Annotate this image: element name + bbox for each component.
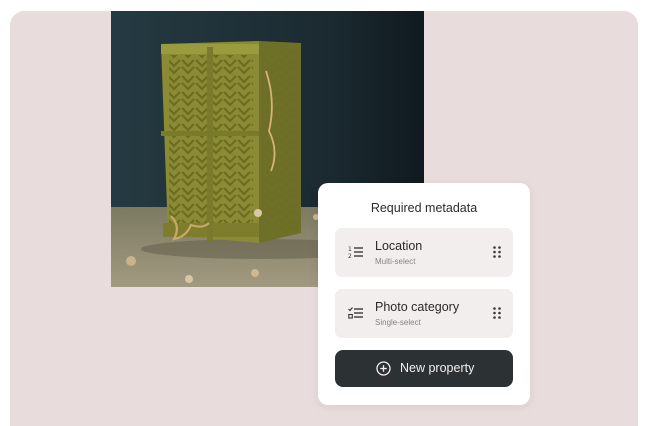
svg-text:2: 2 — [348, 253, 352, 260]
new-property-label: New property — [400, 361, 475, 375]
new-property-button[interactable]: New property — [335, 350, 513, 387]
checklist-icon — [348, 307, 363, 319]
drag-handle-icon[interactable] — [492, 306, 502, 320]
canvas: Required metadata 1 2 Location Multi-sel… — [10, 11, 638, 426]
plus-circle-icon — [376, 361, 391, 376]
required-metadata-card: Required metadata 1 2 Location Multi-sel… — [318, 183, 530, 405]
numbered-list-icon: 1 2 — [348, 246, 363, 260]
property-name: Photo category — [375, 300, 460, 314]
drag-handle-icon[interactable] — [492, 245, 502, 259]
property-name: Location — [375, 239, 423, 253]
card-title: Required metadata — [370, 201, 478, 215]
svg-text:1: 1 — [348, 246, 352, 253]
property-type: Single-select — [375, 318, 421, 327]
property-row-photo-category[interactable]: Photo category Single-select — [335, 289, 513, 338]
property-row-location[interactable]: 1 2 Location Multi-select — [335, 228, 513, 277]
property-type: Multi-select — [375, 257, 416, 266]
